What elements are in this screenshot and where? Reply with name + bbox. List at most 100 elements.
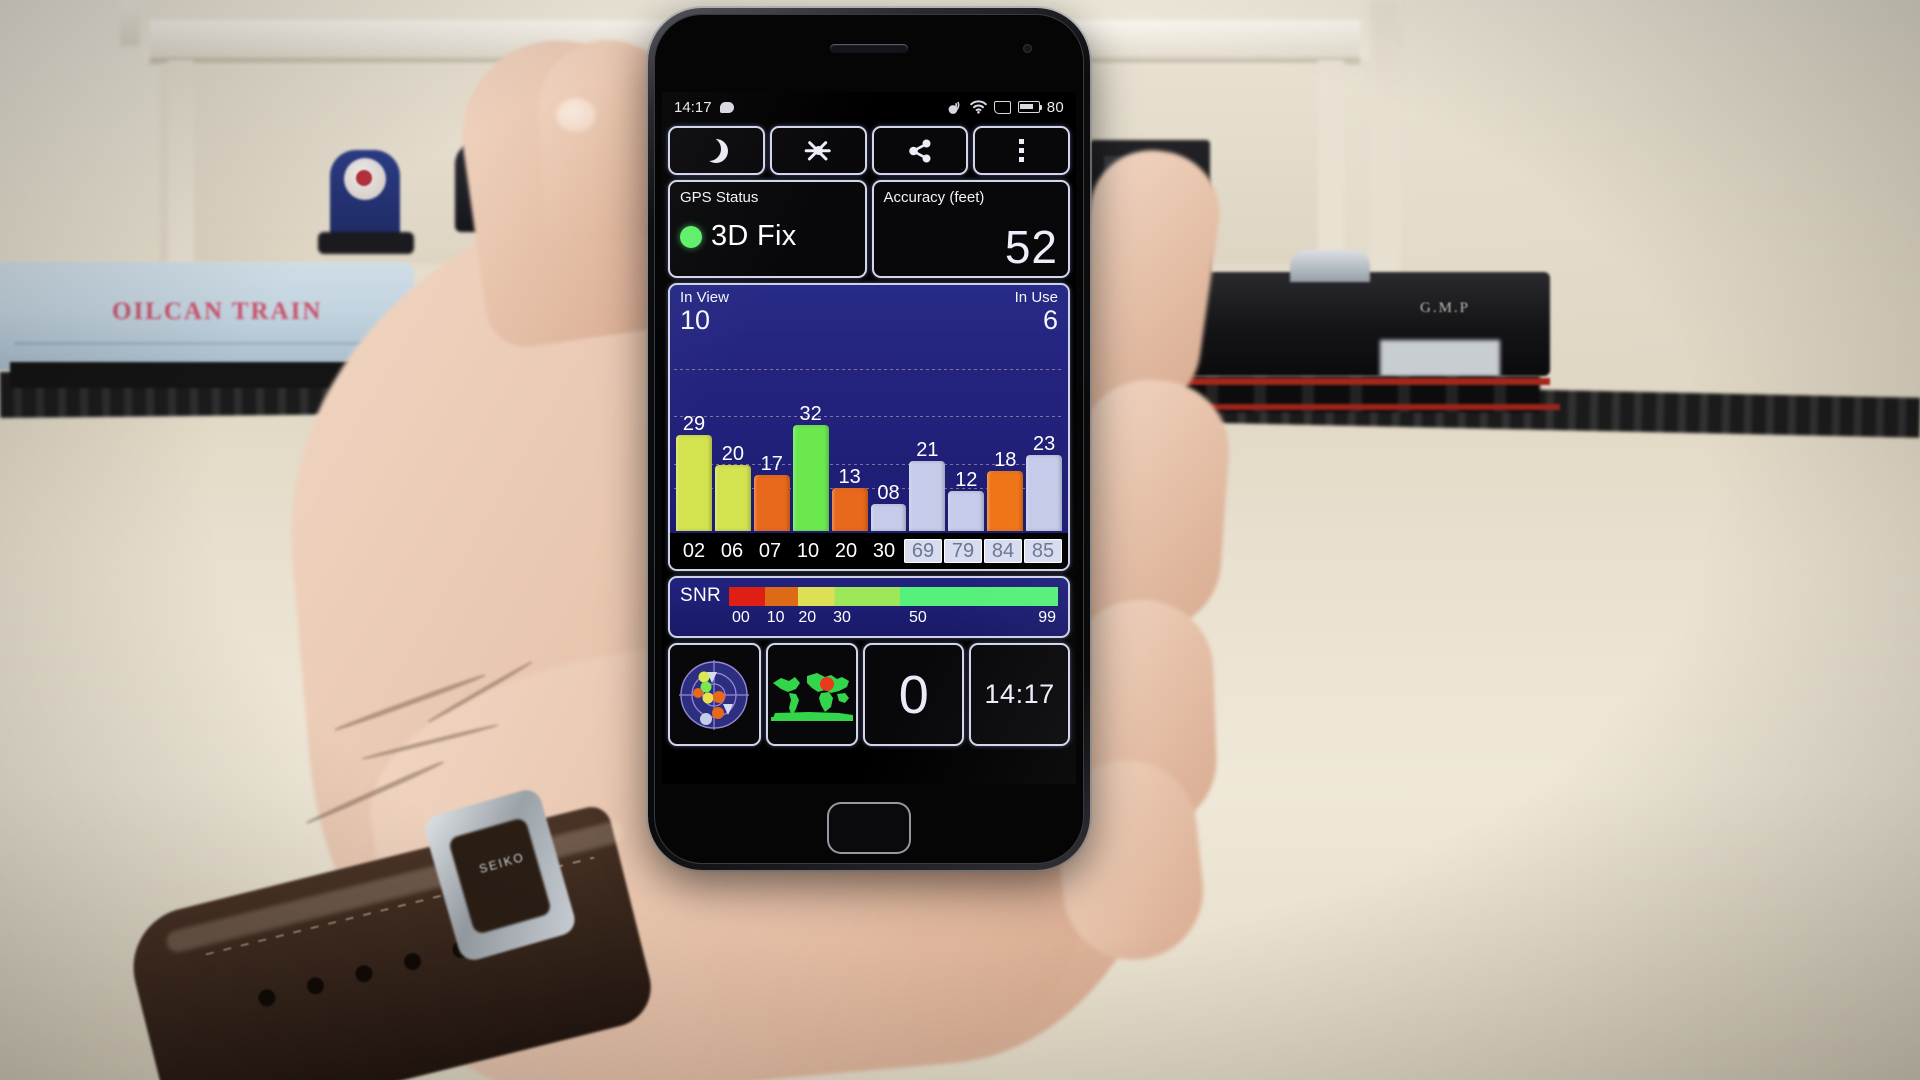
- satellite-bar-value: 29: [682, 412, 706, 435]
- sky-view-button[interactable]: [668, 643, 761, 746]
- in-use-group: In Use 6: [1015, 290, 1058, 334]
- satellite-id-tick: 79: [944, 539, 982, 563]
- status-bar: 14:17 80: [662, 92, 1076, 122]
- thumbnail: [556, 98, 596, 132]
- satellite-bar-column: 23: [1026, 345, 1063, 531]
- sim-icon: [993, 100, 1011, 114]
- satellite-bar-column: 12: [948, 345, 985, 531]
- share-icon: [907, 138, 933, 164]
- world-map-icon: [769, 667, 855, 723]
- earpiece-speaker: [830, 44, 908, 53]
- phone-screen: 14:17 80 GPS Status 3D Fix Accuracy (fee…: [662, 92, 1076, 784]
- satellite-bar-value: 20: [721, 442, 744, 465]
- satellite-bar: [987, 471, 1024, 531]
- home-button[interactable]: [827, 802, 911, 854]
- satellite-bar: [1026, 454, 1063, 531]
- battery-percent: 80: [1046, 98, 1064, 116]
- satellite-id-tick: 30: [872, 540, 896, 562]
- gps-fix-value: 3D Fix: [711, 220, 797, 252]
- satellite-bar: [676, 434, 712, 531]
- battery-icon: [1017, 101, 1043, 113]
- sun-icon: [805, 138, 831, 164]
- snr-tick: 10: [766, 609, 785, 626]
- satellite-bar-value: 32: [799, 402, 822, 425]
- satellite-bar-column: 20: [714, 345, 751, 531]
- satellite-id-tick: 69: [904, 539, 942, 563]
- satellite-snr-chart[interactable]: In View 10 In Use 6 29 20 17 32 13 08 21 12 18 23…: [668, 283, 1070, 571]
- in-view-group: In View 10: [680, 290, 729, 334]
- in-view-value: 10: [680, 304, 711, 335]
- satellite-bar-value: 12: [955, 469, 978, 492]
- accuracy-label: Accuracy (feet): [883, 189, 985, 206]
- satellite-id-tick: 20: [834, 540, 858, 562]
- accuracy-card[interactable]: Accuracy (feet) 52: [871, 180, 1070, 278]
- counter-value: 0: [898, 664, 929, 725]
- snr-tick: 99: [1038, 609, 1056, 626]
- satellite-bar-column: 29: [676, 345, 712, 531]
- status-bar-time: 14:17: [674, 98, 712, 116]
- snr-legend: SNR 00 10 20 30 50 99: [668, 576, 1070, 638]
- satellite-id-tick: 06: [720, 540, 744, 562]
- satellite-bar: [909, 461, 946, 531]
- night-mode-button[interactable]: [668, 126, 765, 175]
- finger-right-2: [1066, 375, 1234, 635]
- status-bar-left: 14:17: [674, 99, 734, 116]
- satellite-id-tick: 84: [984, 539, 1022, 563]
- day-mode-button[interactable]: [769, 126, 867, 175]
- moon-icon: [697, 136, 729, 163]
- satellite-bar: [753, 474, 790, 531]
- app-toolbar: [668, 126, 1070, 175]
- fix-indicator-dot: [680, 225, 702, 248]
- gps-status-app: GPS Status 3D Fix Accuracy (feet) 52 In …: [662, 122, 1076, 784]
- satellite-id-tick: 10: [796, 540, 820, 562]
- overflow-menu-button[interactable]: [973, 126, 1070, 175]
- map-view-button[interactable]: [765, 643, 859, 746]
- satellite-id-tick: 07: [758, 540, 782, 562]
- in-use-value: 6: [1042, 304, 1058, 335]
- gps-fix-line: 3D Fix: [680, 220, 855, 253]
- chart-header: In View 10 In Use 6: [670, 285, 1068, 334]
- accuracy-value: 52: [1004, 221, 1058, 273]
- satellite-bar: [870, 504, 907, 531]
- gps-status-card[interactable]: GPS Status 3D Fix: [668, 180, 867, 278]
- satellite-bar: [948, 491, 985, 531]
- share-button[interactable]: [871, 126, 969, 175]
- smartphone: 14:17 80 GPS Status 3D Fix Accuracy (fee…: [648, 8, 1090, 870]
- satellite-bar-column: 13: [831, 345, 868, 531]
- satellite-bar-value: 21: [916, 439, 939, 462]
- clock-button[interactable]: 14:17: [969, 643, 1070, 746]
- message-bubble-icon: [719, 101, 734, 113]
- satellite-bar-column: 21: [909, 345, 946, 531]
- status-cards: GPS Status 3D Fix Accuracy (feet) 52: [668, 180, 1070, 278]
- satellite-bar-value: 23: [1032, 432, 1056, 455]
- satellite-bar-value: 08: [877, 482, 900, 505]
- satellite-bar-column: 17: [753, 345, 790, 531]
- gps-status-label: GPS Status: [680, 189, 759, 206]
- in-view-label: In View: [680, 289, 729, 306]
- sound-icon: [947, 100, 963, 115]
- snr-tick-labels: 00 10 20 30 50 99: [732, 609, 1058, 629]
- in-use-label: In Use: [1014, 289, 1058, 306]
- radar-skyplot-icon: [675, 656, 753, 734]
- satellite-bar-value: 13: [838, 465, 861, 488]
- snr-tick: 20: [798, 609, 817, 626]
- snr-tick: 00: [732, 609, 750, 626]
- snr-tick: 50: [909, 609, 927, 626]
- counter-button[interactable]: 0: [863, 643, 965, 746]
- snr-tick: 30: [833, 609, 851, 626]
- clock-value: 14:17: [984, 679, 1055, 709]
- satellite-bar: [792, 424, 829, 531]
- satellite-bar: [831, 487, 868, 531]
- bottom-navigation: 0 14:17: [668, 643, 1070, 746]
- satellite-bar-value: 17: [760, 452, 783, 475]
- snr-gradient-bar: [729, 586, 1058, 606]
- satellite-id-tick: 85: [1024, 539, 1062, 563]
- satellite-bar: [714, 464, 751, 531]
- wifi-icon: [969, 100, 987, 114]
- chart-plot-area: 29 20 17 32 13 08 21 12 18 23: [676, 345, 1063, 531]
- satellite-id-axis: 02 06 07 10 20 30 69 79 84 85: [670, 533, 1068, 569]
- three-dots-icon: [1019, 139, 1025, 162]
- satellite-bar-column: 32: [792, 345, 829, 531]
- snr-legend-bar-row: SNR: [680, 585, 1058, 607]
- status-bar-right: 80: [947, 99, 1064, 116]
